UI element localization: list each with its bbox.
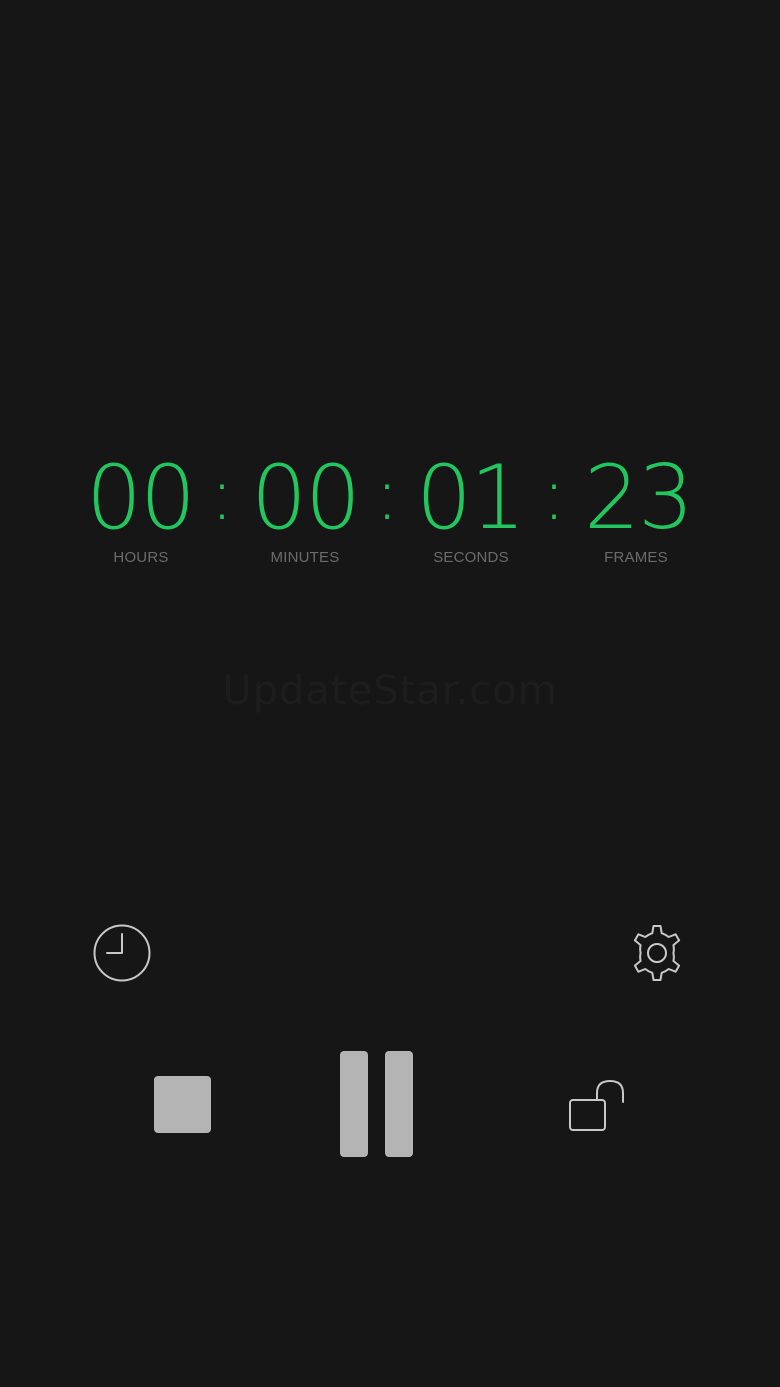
clock-icon bbox=[93, 924, 151, 982]
hours-label: HOURS bbox=[113, 549, 169, 566]
hours-value: 00 bbox=[86, 446, 196, 549]
seconds-label: SECONDS bbox=[433, 549, 509, 566]
pause-icon bbox=[340, 1051, 413, 1157]
lock-button[interactable] bbox=[564, 1074, 630, 1136]
settings-button[interactable] bbox=[625, 921, 689, 985]
minutes-label: MINUTES bbox=[270, 549, 340, 566]
watermark: UpdateStar.com bbox=[222, 668, 558, 714]
frames-value: 23 bbox=[584, 446, 694, 549]
stop-icon bbox=[153, 1075, 211, 1133]
gear-icon bbox=[633, 925, 681, 981]
stop-button[interactable] bbox=[150, 1072, 214, 1136]
minutes-value: 00 bbox=[251, 446, 361, 549]
pause-button[interactable] bbox=[336, 1048, 418, 1160]
seconds-value: 01 bbox=[416, 446, 526, 549]
frames-label: FRAMES bbox=[604, 549, 668, 566]
unlock-icon bbox=[569, 1079, 624, 1131]
timecode-display: 00 : 00 : 01 : 23 bbox=[0, 446, 780, 556]
history-button[interactable] bbox=[90, 921, 154, 985]
